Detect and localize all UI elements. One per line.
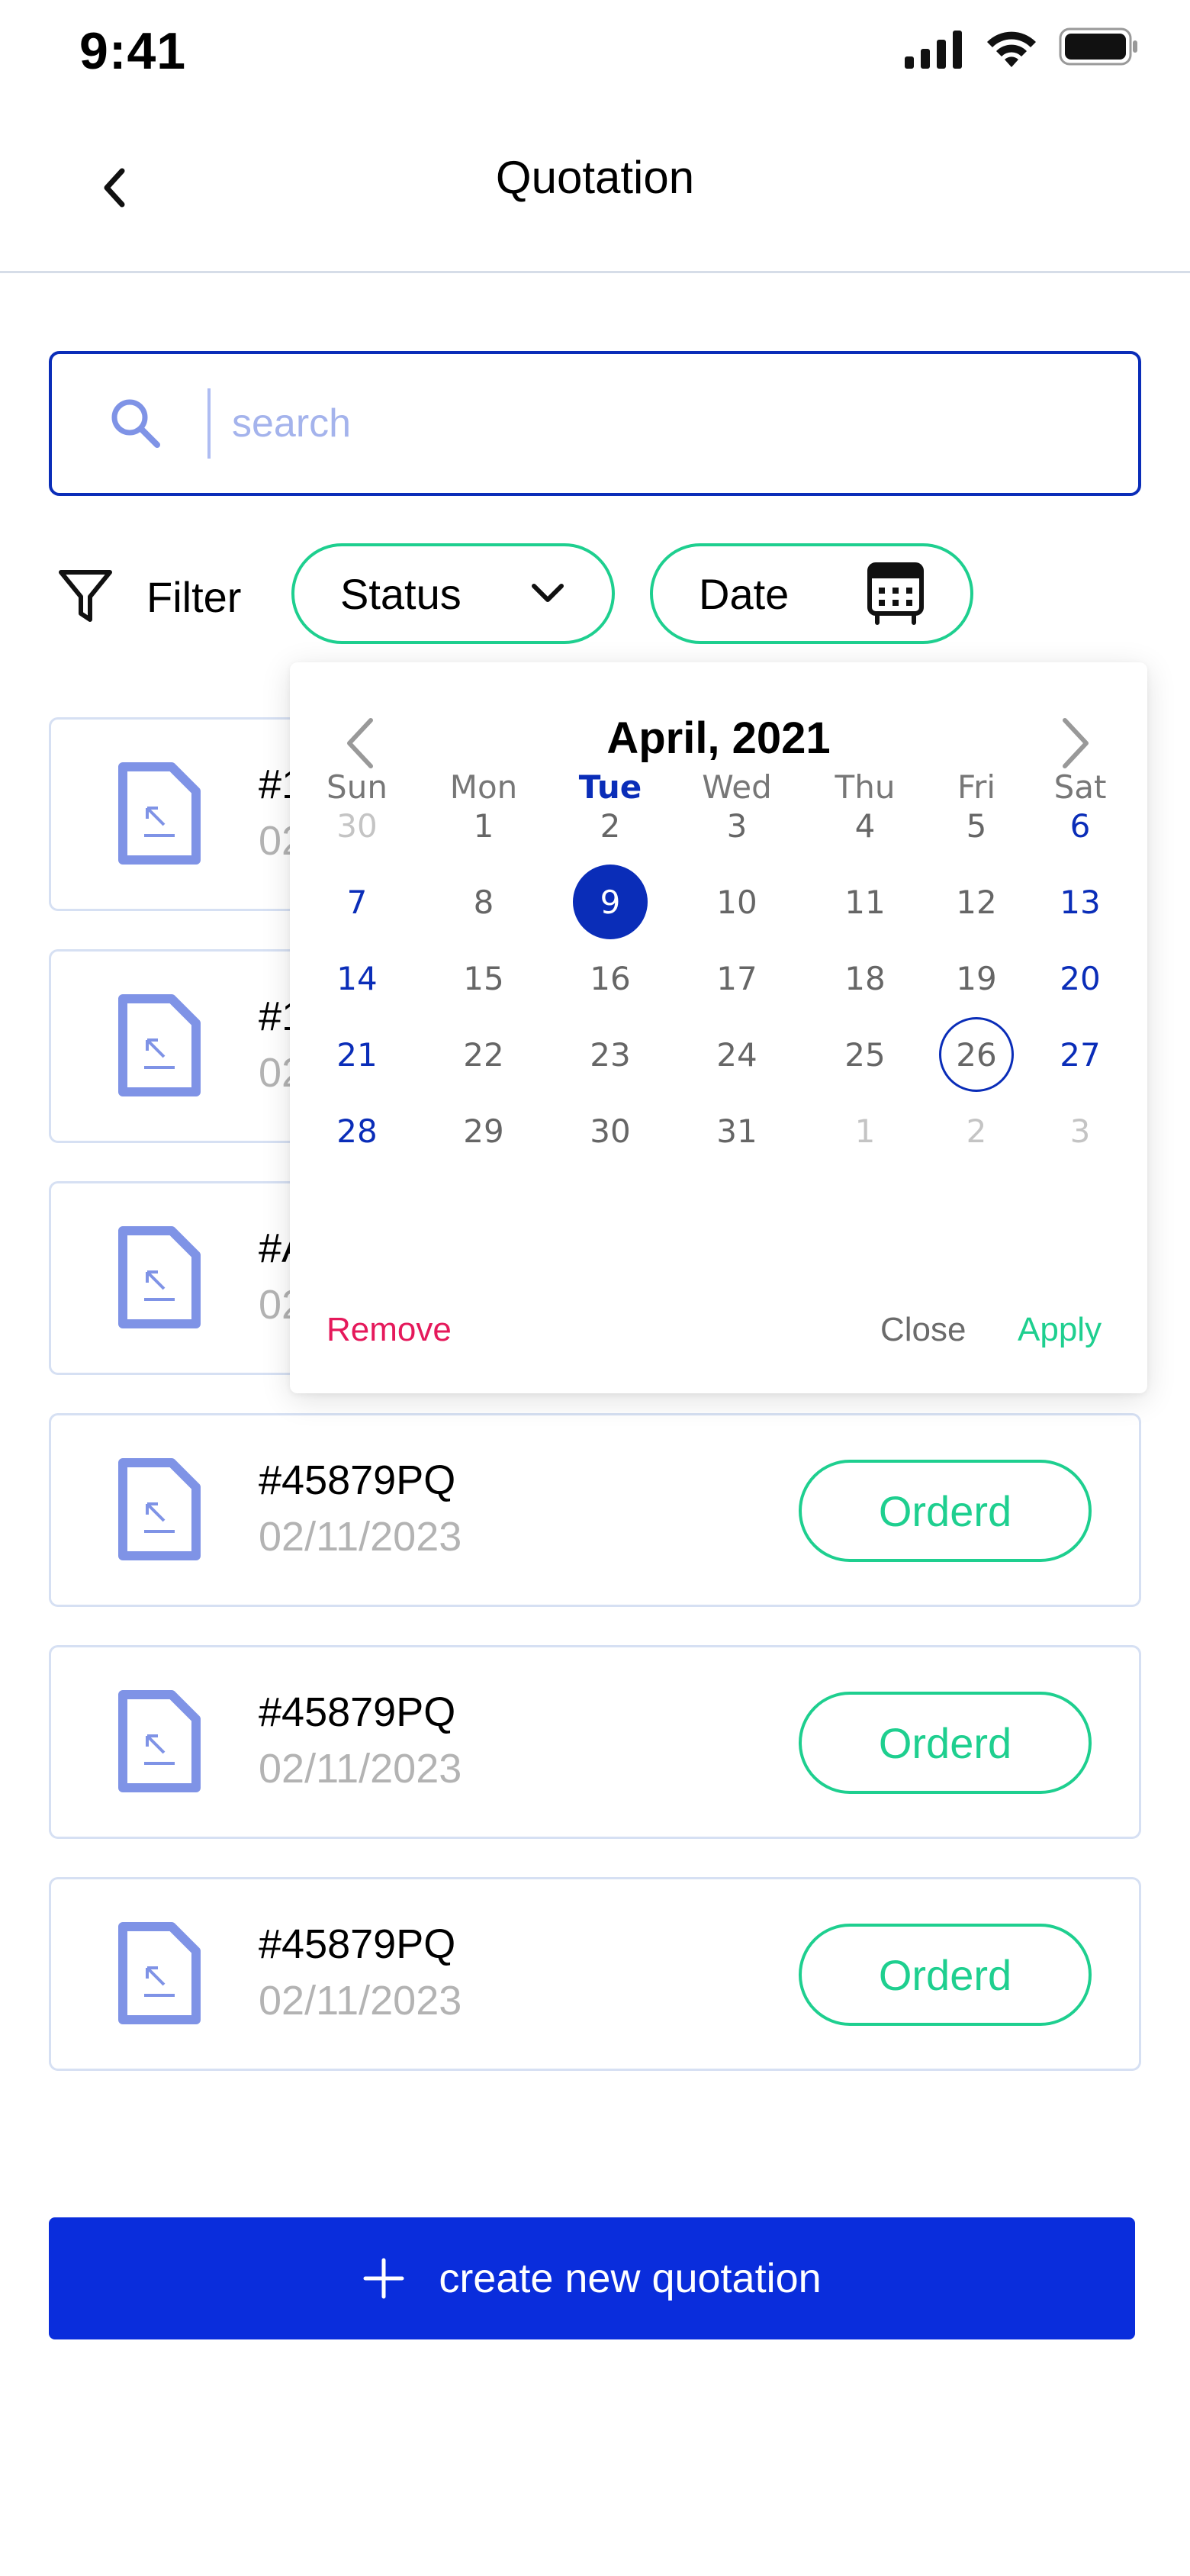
calendar-close-button[interactable]: Close: [880, 1311, 966, 1349]
create-button-label: create new quotation: [439, 2256, 822, 2301]
calendar-day-cell[interactable]: 22: [442, 1020, 526, 1089]
create-new-quotation-button[interactable]: create new quotation: [49, 2217, 1135, 2339]
date-picker-popup: April, 2021 Sun Mon Tue Wed Thu Fri Sat 30 1 2 3 4 5…: [290, 662, 1147, 1393]
calendar-day-cell[interactable]: 10: [695, 868, 779, 936]
battery-icon: [1059, 27, 1137, 66]
status-time: 9:41: [79, 22, 187, 80]
status-filter-label: Status: [340, 569, 462, 618]
calendar-day-cell: 2: [966, 1112, 987, 1150]
filter-icon[interactable]: [56, 566, 114, 624]
calendar-day-cell[interactable]: 7: [315, 868, 399, 936]
status-badge-button[interactable]: Orderd: [799, 1460, 1092, 1562]
calendar-day-cell[interactable]: 11: [823, 868, 907, 936]
calendar-icon: [867, 562, 924, 625]
quotation-date: 02/11/2023: [259, 1978, 462, 2024]
quotation-date: 02/11/2023: [259, 1514, 462, 1560]
calendar-grid: Sun Mon Tue Wed Thu Fri Sat 30 1 2 3 4 5 6 7 8 9 10 11 12 13…: [290, 662, 1147, 1393]
status-bar: 9:41: [0, 0, 1190, 99]
header: Quotation: [0, 122, 1190, 273]
calendar-day-cell[interactable]: 1: [442, 791, 526, 860]
calendar-day-cell[interactable]: 30: [568, 1096, 652, 1165]
status-badge-button[interactable]: Orderd: [799, 1692, 1092, 1794]
calendar-day-cell[interactable]: 8: [442, 868, 526, 936]
plus-icon: [363, 2258, 404, 2299]
calendar-day-cell[interactable]: 18: [823, 944, 907, 1013]
document-icon: [118, 762, 201, 865]
calendar-day-cell[interactable]: 2: [568, 791, 652, 860]
calendar-day-cell[interactable]: 28: [315, 1096, 399, 1165]
calendar-day-cell[interactable]: 17: [695, 944, 779, 1013]
calendar-day-cell[interactable]: 5: [934, 791, 1018, 860]
calendar-day-cell[interactable]: 15: [442, 944, 526, 1013]
document-icon: [118, 1226, 201, 1328]
status-filter-dropdown[interactable]: Status: [291, 543, 615, 644]
document-icon: [118, 1922, 201, 2024]
calendar-day-cell[interactable]: 21: [315, 1020, 399, 1089]
calendar-day-cell[interactable]: 3: [695, 791, 779, 860]
document-icon: [118, 1458, 201, 1560]
quotation-number: #45879PQ: [259, 1457, 456, 1503]
quotation-card[interactable]: #45879PQ 02/11/2023 Orderd: [49, 1413, 1141, 1607]
calendar-day-cell: 1: [854, 1112, 876, 1150]
calendar-day-cell[interactable]: 4: [823, 791, 907, 860]
calendar-day-cell: 30: [336, 807, 378, 845]
calendar-day-cell[interactable]: 31: [695, 1096, 779, 1165]
calendar-day-cell[interactable]: 29: [442, 1096, 526, 1165]
filter-row: Filter Status Date: [49, 543, 1141, 644]
chevron-down-icon: [532, 584, 564, 602]
search-icon: [111, 399, 160, 448]
date-filter-button[interactable]: Date: [650, 543, 973, 644]
calendar-day-cell[interactable]: 20: [1038, 944, 1122, 1013]
document-icon: [118, 1690, 201, 1792]
quotation-date: 02/11/2023: [259, 1746, 462, 1792]
wifi-icon: [987, 31, 1036, 67]
document-icon: [118, 994, 201, 1096]
calendar-remove-button[interactable]: Remove: [326, 1311, 452, 1349]
calendar-day-cell[interactable]: 27: [1038, 1020, 1122, 1089]
calendar-day-cell[interactable]: 6: [1038, 791, 1122, 860]
calendar-day-cell[interactable]: 26: [939, 1017, 1014, 1092]
calendar-day-cell[interactable]: 25: [823, 1020, 907, 1089]
calendar-day-cell[interactable]: 19: [934, 944, 1018, 1013]
filter-label: Filter: [146, 573, 242, 621]
cellular-signal-icon: [905, 31, 962, 69]
status-badge-button[interactable]: Orderd: [799, 1924, 1092, 2026]
quotation-number: #45879PQ: [259, 1689, 456, 1735]
quotation-number: #45879PQ: [259, 1921, 456, 1967]
calendar-day-cell[interactable]: 14: [315, 944, 399, 1013]
quotation-card[interactable]: #45879PQ 02/11/2023 Orderd: [49, 1645, 1141, 1839]
calendar-day-cell[interactable]: 12: [934, 868, 1018, 936]
calendar-day-cell[interactable]: 13: [1038, 868, 1122, 936]
calendar-day-cell[interactable]: 16: [568, 944, 652, 1013]
search-bar[interactable]: [49, 351, 1141, 496]
quotation-card[interactable]: #45879PQ 02/11/2023 Orderd: [49, 1877, 1141, 2071]
calendar-day-cell[interactable]: 24: [695, 1020, 779, 1089]
search-input[interactable]: [232, 401, 1071, 446]
calendar-apply-button[interactable]: Apply: [1018, 1311, 1102, 1349]
page-title: Quotation: [495, 152, 695, 203]
date-filter-label: Date: [699, 569, 790, 618]
calendar-day-cell[interactable]: 9: [573, 865, 648, 939]
search-divider: [207, 388, 211, 459]
calendar-day-cell: 3: [1069, 1112, 1091, 1150]
calendar-day-cell[interactable]: 23: [568, 1020, 652, 1089]
